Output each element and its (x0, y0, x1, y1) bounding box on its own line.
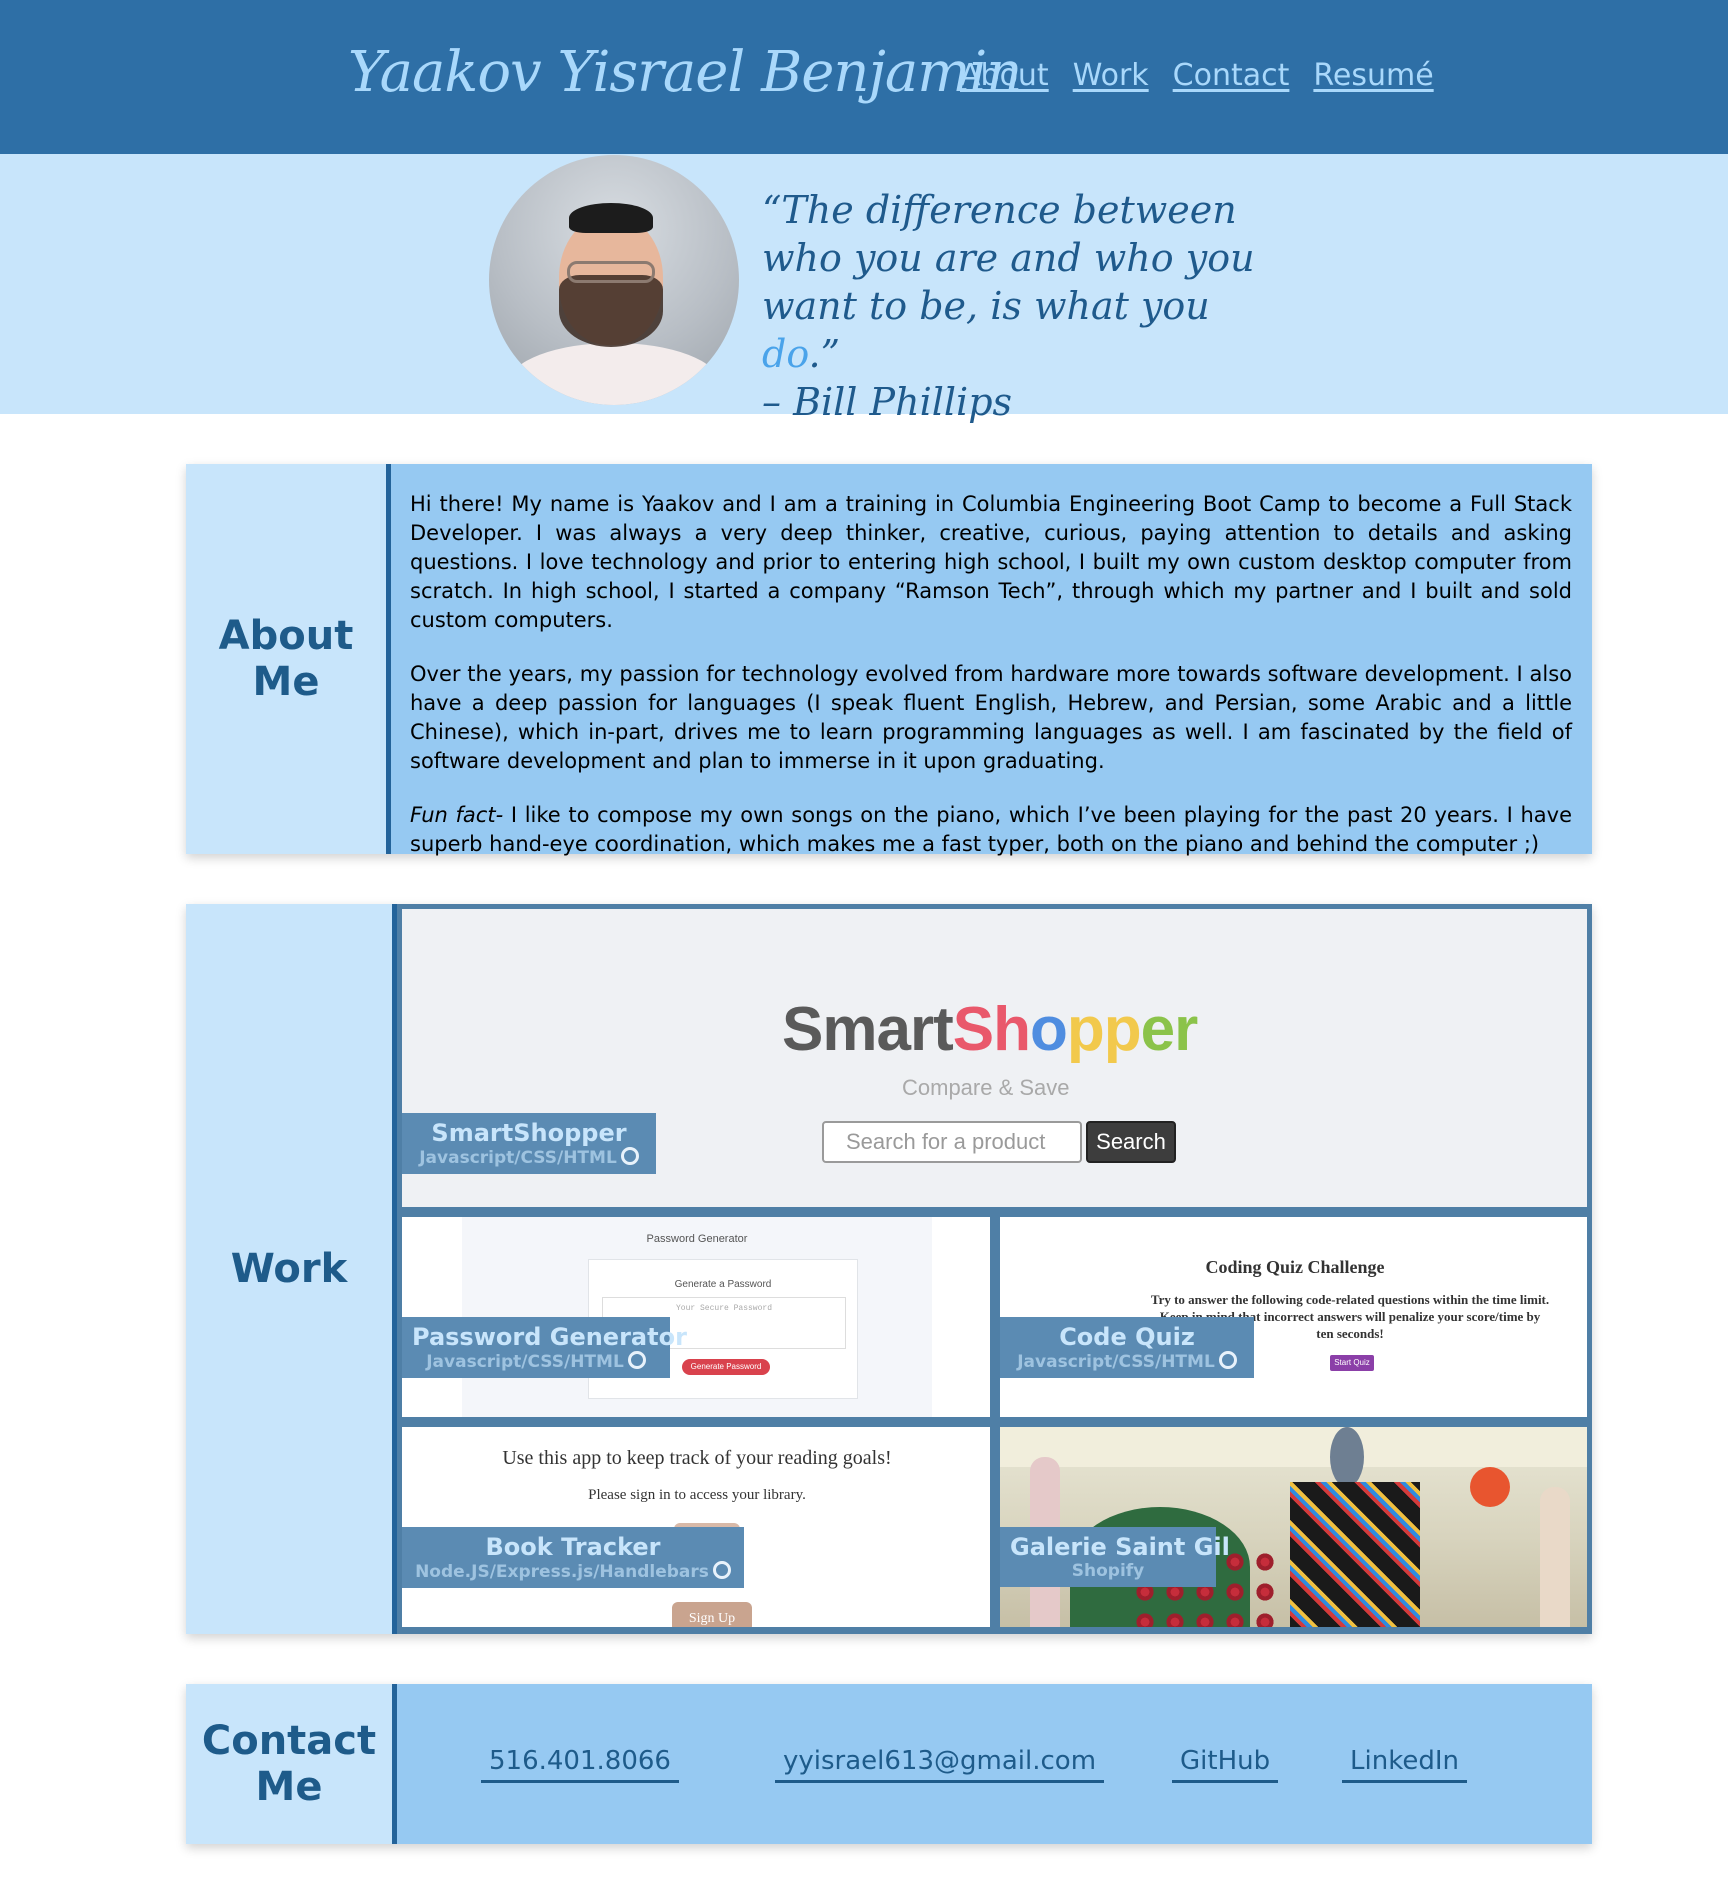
project-title: Book Tracker (485, 1533, 661, 1561)
project-tech-text: Javascript/CSS/HTML (426, 1352, 624, 1372)
project-label: Book Tracker Node.JS/Express.js/Handleba… (402, 1527, 744, 1588)
project-tile-smartshopper[interactable]: SmartShopper Compare & Save Search for a… (402, 909, 1587, 1207)
bt-screenshot-signup-button: Sign Up (672, 1602, 752, 1627)
phone-link[interactable]: 516.401.8066 (481, 1746, 679, 1783)
site-header: Yaakov Yisrael Benjamin About Work Conta… (0, 0, 1728, 154)
project-tech[interactable]: Javascript/CSS/HTML (412, 1351, 660, 1372)
site-name[interactable]: Yaakov Yisrael Benjamin (348, 40, 1022, 105)
contact-heading: Contact Me (186, 1684, 392, 1844)
hero-quote: “The difference between who you are and … (762, 186, 1282, 426)
github-icon[interactable] (627, 1351, 646, 1369)
logo-part: o (1029, 995, 1068, 1064)
project-title: SmartShopper (431, 1119, 627, 1147)
fun-fact-text: I like to compose my own songs on the pi… (410, 803, 1572, 856)
photo-shirt (509, 343, 719, 405)
project-label: Code Quiz Javascript/CSS/HTML (1000, 1317, 1254, 1378)
bt-screenshot-line2: Please sign in to access your library. (588, 1487, 806, 1503)
contact-section: Contact Me 516.401.8066 yyisrael613@gmai… (186, 1684, 1592, 1844)
pg-screenshot-title: Password Generator (646, 1233, 748, 1245)
quote-closing: .” (808, 332, 841, 376)
project-tile-password-generator[interactable]: Password Generator Generate a Password Y… (402, 1217, 990, 1417)
photo-beard (559, 275, 663, 347)
work-section: Work SmartShopper Compare & Save Search … (186, 904, 1592, 1634)
about-heading-line1: About (218, 613, 354, 659)
project-tech[interactable]: Javascript/CSS/HTML (1010, 1351, 1244, 1372)
github-icon[interactable] (620, 1147, 639, 1165)
profile-photo (489, 155, 739, 405)
photo-glasses (567, 261, 655, 283)
cq-screenshot-button: Start Quiz (1330, 1355, 1374, 1371)
nav-contact-link[interactable]: Contact (1173, 58, 1290, 93)
embroidered-jacket (1290, 1482, 1420, 1627)
smartshopper-tagline: Compare & Save (902, 1075, 1070, 1100)
bt-screenshot-line1: Use this app to keep track of your readi… (502, 1447, 892, 1469)
mannequin-right (1540, 1487, 1570, 1627)
contact-heading-line2: Me (255, 1764, 323, 1810)
mannequin-head (1330, 1427, 1364, 1487)
logo-part: pp (1066, 995, 1142, 1064)
github-icon[interactable] (1218, 1351, 1237, 1369)
nav-resume-link[interactable]: Resumé (1313, 58, 1433, 93)
smartshopper-search-button: Search (1086, 1121, 1176, 1163)
quote-author: – Bill Phillips (762, 380, 1013, 424)
main-nav: About Work Contact Resumé (960, 58, 1434, 93)
orange-flower (1470, 1467, 1510, 1507)
contact-heading-line1: Contact (201, 1718, 377, 1764)
project-label: SmartShopper Javascript/CSS/HTML (402, 1113, 656, 1174)
linkedin-link[interactable]: LinkedIn (1342, 1746, 1467, 1783)
quote-text: “The difference between who you are and … (762, 188, 1255, 328)
project-tech-text: Javascript/CSS/HTML (1017, 1352, 1215, 1372)
logo-part: Sh (952, 995, 1031, 1064)
about-heading-line2: Me (252, 659, 320, 705)
about-paragraph-1: Hi there! My name is Yaakov and I am a t… (410, 492, 1572, 632)
about-heading: About Me (186, 464, 386, 854)
project-tech[interactable]: Javascript/CSS/HTML (412, 1147, 646, 1168)
project-tech-text: Node.JS/Express.js/Handlebars (415, 1562, 709, 1582)
fun-fact-label: Fun fact- (410, 803, 504, 827)
pg-screenshot-subtitle: Generate a Password (674, 1279, 772, 1290)
about-divider (386, 464, 391, 854)
project-title: Code Quiz (1059, 1323, 1195, 1351)
about-paragraph-2: Over the years, my passion for technolog… (410, 662, 1572, 773)
gallery-ceiling (1000, 1427, 1587, 1467)
work-heading: Work (186, 904, 392, 1634)
project-title: Galerie Saint Gil (1010, 1533, 1230, 1561)
project-tile-book-tracker[interactable]: Use this app to keep track of your readi… (402, 1427, 990, 1627)
github-link[interactable]: GitHub (1172, 1746, 1279, 1783)
about-text: Hi there! My name is Yaakov and I am a t… (410, 490, 1572, 884)
cq-screenshot-title: Coding Quiz Challenge (1205, 1257, 1385, 1277)
project-tile-galerie-saint-gil[interactable]: Galerie Saint Gil Shopify (1000, 1427, 1587, 1627)
contact-links: 516.401.8066 yyisrael613@gmail.com GitHu… (397, 1684, 1592, 1844)
work-grid: SmartShopper Compare & Save Search for a… (392, 904, 1592, 1634)
logo-part: er (1140, 995, 1199, 1064)
about-section: About Me Hi there! My name is Yaakov and… (186, 464, 1592, 856)
nav-work-link[interactable]: Work (1073, 58, 1149, 93)
pg-screenshot-button: Generate Password (682, 1359, 770, 1375)
photo-kippah (569, 203, 653, 233)
about-paragraph-3: Fun fact- I like to compose my own songs… (410, 801, 1572, 859)
quote-accent-word: do (762, 332, 809, 376)
github-icon[interactable] (712, 1561, 731, 1579)
project-title: Password Generator (412, 1323, 687, 1351)
project-label: Galerie Saint Gil Shopify (1000, 1527, 1230, 1587)
project-tech: Shopify (1071, 1561, 1145, 1581)
project-tile-code-quiz[interactable]: Coding Quiz Challenge Try to answer the … (1000, 1217, 1587, 1417)
smartshopper-logo: SmartShopper (782, 994, 1199, 1065)
nav-about-link[interactable]: About (960, 58, 1049, 93)
smartshopper-search-input: Search for a product (822, 1121, 1082, 1163)
project-tech[interactable]: Node.JS/Express.js/Handlebars (412, 1561, 734, 1582)
email-link[interactable]: yyisrael613@gmail.com (775, 1746, 1105, 1783)
project-label: Password Generator Javascript/CSS/HTML (402, 1317, 687, 1378)
project-tech-text: Javascript/CSS/HTML (419, 1148, 617, 1168)
logo-part: Smart (782, 995, 954, 1064)
